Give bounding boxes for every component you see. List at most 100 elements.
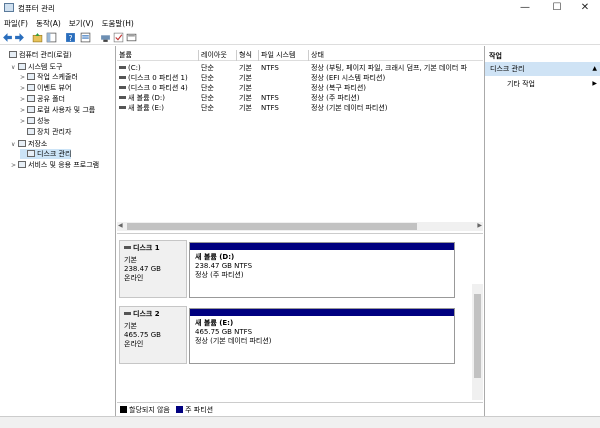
- volume-cell-status: 정상 (EFI 시스템 파티션): [309, 73, 483, 83]
- partition-name: 새 볼륨 (D:): [195, 253, 235, 261]
- tree-node[interactable]: > 성능: [20, 116, 50, 126]
- disk-1-info[interactable]: 디스크 1 기본 238.47 GB 온라인: [119, 240, 187, 298]
- partition-name: 새 볼륨 (E:): [195, 319, 234, 327]
- volume-cell-text: 단순: [201, 94, 214, 102]
- disk-icon: [124, 312, 131, 315]
- connect-icon[interactable]: [100, 32, 111, 43]
- help-icon[interactable]: ?: [65, 32, 76, 43]
- navigation-tree: 컴퓨터 관리(로컬) ∨ 시스템 도구 > 작업 스케줄러 > 이벤트 뷰어 > 공유 폴더 > 로…: [0, 46, 116, 416]
- menu-help[interactable]: 도움말(H): [98, 16, 138, 29]
- title-bar: 컴퓨터 관리 — ☐ ✕: [0, 0, 600, 16]
- tree-node[interactable]: > 작업 스케줄러: [20, 72, 78, 82]
- view-icon[interactable]: [126, 32, 137, 43]
- actions-section-disk-management[interactable]: 디스크 관리 ▲: [485, 62, 600, 76]
- tree-node-label: 성능: [37, 117, 50, 125]
- collapse-icon[interactable]: ▲: [592, 62, 597, 76]
- volume-cell-text: 정상 (주 파티션): [311, 94, 360, 102]
- tree-node[interactable]: > 서비스 및 응용 프로그램: [11, 160, 99, 170]
- tree-node[interactable]: > 공유 폴더: [20, 94, 65, 104]
- volume-cell-text: (디스크 0 파티션 4): [128, 84, 188, 92]
- volume-cell-name: 새 볼륨 (E:): [117, 103, 199, 113]
- maximize-button[interactable]: ☐: [542, 0, 572, 16]
- event-viewer-icon: [27, 84, 35, 91]
- menu-action[interactable]: 동작(A): [32, 16, 65, 29]
- close-button[interactable]: ✕: [570, 0, 600, 16]
- forward-icon[interactable]: [14, 32, 25, 43]
- column-file-system[interactable]: 파일 시스템: [259, 50, 309, 61]
- volume-icon: [119, 106, 126, 109]
- computer-icon: [9, 51, 17, 58]
- show-hide-tree-icon[interactable]: [46, 32, 57, 43]
- tree-node[interactable]: 장치 관리자: [20, 127, 71, 137]
- tree-node-label: 장치 관리자: [37, 128, 72, 136]
- volume-list-header: 볼륨 레이아웃 형식 파일 시스템 상태: [117, 50, 483, 61]
- clock-icon: [27, 73, 35, 80]
- expander-icon[interactable]: >: [20, 106, 27, 116]
- primary-swatch: [176, 406, 184, 413]
- volume-row[interactable]: (디스크 0 파티션 4) 단순 기본 정상 (복구 파티션): [117, 83, 483, 93]
- volume-cell-text: (디스크 0 파티션 1): [128, 74, 188, 82]
- horizontal-scroll-thumb[interactable]: [127, 223, 417, 230]
- check-icon[interactable]: [113, 32, 124, 43]
- volume-row[interactable]: 새 볼륨 (D:) 단순 기본 NTFS 정상 (주 파티션): [117, 93, 483, 103]
- column-status[interactable]: 상태: [309, 50, 483, 61]
- tree-node[interactable]: > 로컬 사용자 및 그룹: [20, 105, 95, 115]
- actions-header: 작업: [489, 52, 502, 60]
- scroll-right-icon[interactable]: ▶: [477, 222, 482, 229]
- tree-node[interactable]: ∨ 시스템 도구: [11, 62, 62, 72]
- volume-cell-text: 정상 (부팅, 페이지 파일, 크래시 덤프, 기본 데이터 파: [311, 64, 468, 72]
- disk-size: 465.75 GB: [124, 331, 161, 339]
- volume-cell-fs: NTFS: [259, 93, 309, 103]
- volume-cell-text: 단순: [201, 74, 214, 82]
- back-icon[interactable]: [2, 32, 13, 43]
- volume-cell-status: 정상 (주 파티션): [309, 93, 483, 103]
- minimize-button[interactable]: —: [510, 0, 540, 16]
- disk-2-partition[interactable]: 새 볼륨 (E:) 465.75 GB NTFS 정상 (기본 데이터 파티션): [189, 308, 455, 364]
- toolbar: ?: [0, 30, 600, 45]
- disk-view-vertical-scrollbar[interactable]: [472, 284, 483, 400]
- column-type[interactable]: 형식: [237, 50, 259, 61]
- volume-row[interactable]: (C:) 단순 기본 NTFS 정상 (부팅, 페이지 파일, 크래시 덤프, 기본 데…: [117, 63, 483, 73]
- status-bar: [0, 416, 600, 428]
- up-folder-icon[interactable]: [32, 32, 43, 43]
- partition-status: 정상 (기본 데이터 파티션): [195, 337, 272, 345]
- tree-node[interactable]: ∨ 저장소: [11, 139, 47, 149]
- volume-row[interactable]: 새 볼륨 (E:) 단순 기본 NTFS 정상 (기본 데이터 파티션): [117, 103, 483, 113]
- vertical-scroll-thumb[interactable]: [474, 294, 481, 378]
- volume-list: 볼륨 레이아웃 형식 파일 시스템 상태 (C:) 단순 기본 NTFS 정상 (부팅,…: [117, 46, 483, 234]
- disk-2-info[interactable]: 디스크 2 기본 465.75 GB 온라인: [119, 306, 187, 364]
- performance-icon: [27, 117, 35, 124]
- volume-cell-text: 새 볼륨 (D:): [128, 94, 165, 102]
- volume-row[interactable]: (디스크 0 파티션 1) 단순 기본 정상 (EFI 시스템 파티션): [117, 73, 483, 83]
- menu-file[interactable]: 파일(F): [0, 16, 32, 29]
- scroll-left-icon[interactable]: ◀: [118, 222, 123, 229]
- disk-1-partition[interactable]: 새 볼륨 (D:) 238.47 GB NTFS 정상 (주 파티션): [189, 242, 455, 298]
- volume-cell-type: 기본: [237, 63, 259, 73]
- tree-node[interactable]: 컴퓨터 관리(로컬): [2, 50, 72, 60]
- volume-cell-text: NTFS: [261, 104, 279, 112]
- column-layout[interactable]: 레이아웃: [199, 50, 237, 61]
- window-title: 컴퓨터 관리: [18, 4, 55, 13]
- expander-icon[interactable]: >: [11, 161, 18, 171]
- volume-cell-type: 기본: [237, 83, 259, 93]
- expander-icon[interactable]: >: [20, 95, 27, 105]
- volume-cell-type: 기본: [237, 73, 259, 83]
- services-icon: [18, 161, 26, 168]
- volume-cell-text: 단순: [201, 64, 214, 72]
- expander-icon[interactable]: ∨: [11, 140, 18, 150]
- tree-node-label: 디스크 관리: [37, 150, 72, 158]
- disk-state: 온라인: [124, 340, 144, 348]
- column-volume[interactable]: 볼륨: [117, 50, 199, 61]
- expander-icon[interactable]: >: [20, 73, 27, 83]
- expander-icon[interactable]: ∨: [11, 63, 18, 73]
- volume-list-horizontal-scrollbar[interactable]: ◀ ▶: [117, 222, 483, 231]
- tree-node[interactable]: > 이벤트 뷰어: [20, 83, 71, 93]
- tree-node[interactable]: 디스크 관리: [20, 149, 72, 159]
- tree-node-label: 저장소: [28, 140, 48, 148]
- unallocated-swatch: [120, 406, 127, 413]
- menu-view[interactable]: 보기(V): [65, 16, 98, 29]
- expander-icon[interactable]: >: [20, 117, 27, 127]
- properties-icon[interactable]: [80, 32, 91, 43]
- more-actions[interactable]: 기타 작업 ▶: [485, 78, 600, 90]
- expander-icon[interactable]: >: [20, 84, 27, 94]
